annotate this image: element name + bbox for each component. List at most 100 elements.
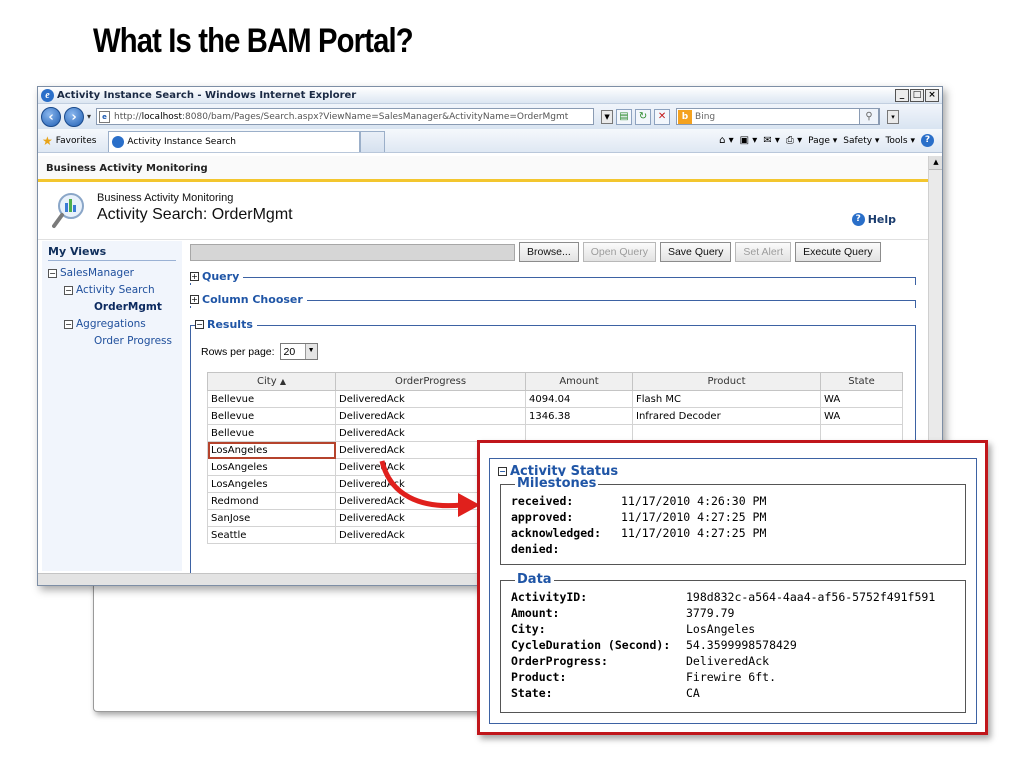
scroll-up-icon[interactable]: ▲ xyxy=(929,156,942,170)
table-row[interactable]: Bellevue DeliveredAck xyxy=(207,424,903,442)
save-query-button[interactable]: Save Query xyxy=(659,242,732,262)
print-icon[interactable]: ⎙ ▾ xyxy=(786,135,802,146)
ie-logo-icon: e xyxy=(41,88,54,102)
bing-icon: b xyxy=(678,109,693,124)
rows-per-page-select[interactable]: 20 ▼ xyxy=(279,343,318,360)
column-chooser-header[interactable]: + Column Chooser xyxy=(190,293,307,306)
sidebar-item-aggregations[interactable]: − Aggregations xyxy=(48,316,176,333)
feeds-icon[interactable]: ▣ ▾ xyxy=(740,135,758,146)
table-row[interactable]: Bellevue DeliveredAck 4094.04 Flash MC WA xyxy=(207,390,903,408)
sidebar-item-label: Aggregations xyxy=(76,318,146,330)
maximize-button[interactable]: □ xyxy=(910,88,924,102)
collapse-icon[interactable]: − xyxy=(64,285,73,295)
sidebar-item-ordermgmt[interactable]: OrderMgmt xyxy=(48,299,176,316)
portal-top-bar: Business Activity Monitoring xyxy=(38,156,928,182)
url-dropdown-icon[interactable]: ▼ xyxy=(601,109,614,124)
data-value: Firewire 6ft. xyxy=(686,670,777,684)
favorites-label[interactable]: Favorites xyxy=(56,136,97,146)
col-header-state[interactable]: State xyxy=(820,372,903,391)
page-icon: e xyxy=(99,110,111,123)
query-file-input[interactable] xyxy=(190,243,515,261)
query-section: + Query xyxy=(190,270,916,286)
expand-icon[interactable]: + xyxy=(190,272,199,281)
page-header: Business Activity Monitoring Activity Se… xyxy=(38,182,928,240)
refresh-icon[interactable]: ↻ xyxy=(635,108,652,125)
data-key: CycleDuration (Second): xyxy=(511,638,671,652)
data-key: OrderProgress: xyxy=(511,654,608,668)
data-value: DeliveredAck xyxy=(686,654,770,668)
sidebar-item-salesmanager[interactable]: − SalesManager xyxy=(48,265,176,282)
help-icon[interactable]: ? xyxy=(921,134,934,147)
command-bar: ⌂ ▾ ▣ ▾ ✉ ▾ ⎙ ▾ Page ▾ Safety ▾ Tools ▾ … xyxy=(719,134,942,147)
tools-menu[interactable]: Tools ▾ xyxy=(885,136,915,146)
tab-activity-instance-search[interactable]: Activity Instance Search xyxy=(108,131,361,152)
url-host: localhost xyxy=(141,111,182,122)
column-chooser-title: Column Chooser xyxy=(202,293,303,306)
col-header-amount[interactable]: Amount xyxy=(525,372,633,391)
browse-button[interactable]: Browse... xyxy=(519,242,579,262)
slide-title: What Is the BAM Portal? xyxy=(93,22,414,60)
collapse-icon[interactable]: − xyxy=(64,319,73,329)
mail-icon[interactable]: ✉ ▾ xyxy=(763,135,780,146)
help-label: Help xyxy=(867,213,896,226)
sidebar-item-activity-search[interactable]: − Activity Search xyxy=(48,282,176,299)
data-title: Data xyxy=(515,572,554,587)
milestone-value: 11/17/2010 4:26:30 PM xyxy=(621,494,767,508)
col-header-orderprogress[interactable]: OrderProgress xyxy=(335,372,526,391)
window-titlebar: e Activity Instance Search - Windows Int… xyxy=(38,87,942,104)
col-header-product[interactable]: Product xyxy=(632,372,821,391)
window-controls: _ □ × xyxy=(895,88,942,102)
table-row[interactable]: Bellevue DeliveredAck 1346.38 Infrared Deco… xyxy=(207,407,903,425)
data-key: ActivityID: xyxy=(511,590,588,604)
milestone-key: denied: xyxy=(511,542,560,556)
header-subtitle: Business Activity Monitoring xyxy=(97,192,234,204)
section-border xyxy=(190,277,916,285)
window-title: Activity Instance Search - Windows Inter… xyxy=(57,89,357,101)
milestone-value: 11/17/2010 4:27:25 PM xyxy=(621,526,767,540)
collapse-icon[interactable]: − xyxy=(48,268,57,278)
execute-query-button[interactable]: Execute Query xyxy=(795,242,881,262)
col-header-city[interactable]: City ▲ xyxy=(207,372,336,391)
data-key: City: xyxy=(511,622,546,636)
page-title: Activity Search: OrderMgmt xyxy=(97,206,293,223)
expand-icon[interactable]: + xyxy=(190,295,199,304)
forward-icon[interactable]: › xyxy=(64,106,84,127)
favorites-bar: ★ Favorites Activity Instance Search ⌂ ▾… xyxy=(38,129,942,153)
help-circle-icon: ? xyxy=(851,213,865,226)
rows-per-page-value: 20 xyxy=(283,345,296,358)
collapse-icon[interactable]: − xyxy=(195,320,204,329)
home-icon[interactable]: ⌂ ▾ xyxy=(719,135,734,146)
new-tab-button[interactable] xyxy=(360,131,386,152)
open-query-button[interactable]: Open Query xyxy=(582,242,656,262)
stop-icon[interactable]: ✕ xyxy=(654,108,671,125)
sidebar-item-order-progress[interactable]: Order Progress xyxy=(48,333,176,350)
close-button[interactable]: × xyxy=(925,88,939,102)
compat-view-icon[interactable]: ▤ xyxy=(616,108,633,125)
safety-menu[interactable]: Safety ▾ xyxy=(843,136,879,146)
address-bar: ‹ › ▾ e http://localhost:8080/bam/Pages/… xyxy=(38,104,942,129)
page-menu[interactable]: Page ▾ xyxy=(808,136,837,146)
search-input[interactable]: b Bing ⚲ xyxy=(676,108,881,125)
favorites-star-icon[interactable]: ★ xyxy=(42,134,53,148)
set-alert-button[interactable]: Set Alert xyxy=(735,242,792,262)
data-key: Product: xyxy=(511,670,567,684)
help-link[interactable]: ? Help xyxy=(851,213,896,226)
history-dropdown-icon[interactable]: ▾ xyxy=(87,112,91,121)
column-chooser-section: + Column Chooser xyxy=(190,293,916,309)
url-field[interactable]: e http://localhost:8080/bam/Pages/Search… xyxy=(96,108,595,125)
search-options-icon[interactable]: ▾ xyxy=(887,109,900,124)
milestone-key: received: xyxy=(511,494,574,508)
results-header[interactable]: − Results xyxy=(195,318,257,331)
back-icon[interactable]: ‹ xyxy=(41,106,61,127)
data-value: 54.3599998578429 xyxy=(686,638,797,652)
url-prefix: http:// xyxy=(114,111,142,122)
search-icon[interactable]: ⚲ xyxy=(859,108,880,125)
sort-asc-icon: ▲ xyxy=(279,377,286,386)
main-panel: Browse... Open Query Save Query Set Aler… xyxy=(190,241,916,573)
minimize-button[interactable]: _ xyxy=(895,88,909,102)
query-section-header[interactable]: + Query xyxy=(190,270,244,283)
collapse-icon[interactable]: − xyxy=(498,467,507,476)
bam-logo-icon xyxy=(52,193,84,228)
url-path: :8080/bam/Pages/Search.aspx?ViewName=Sal… xyxy=(182,111,569,122)
data-list: ActivityID: 198d832c-a564-4aa4-af56-5752… xyxy=(511,589,961,709)
